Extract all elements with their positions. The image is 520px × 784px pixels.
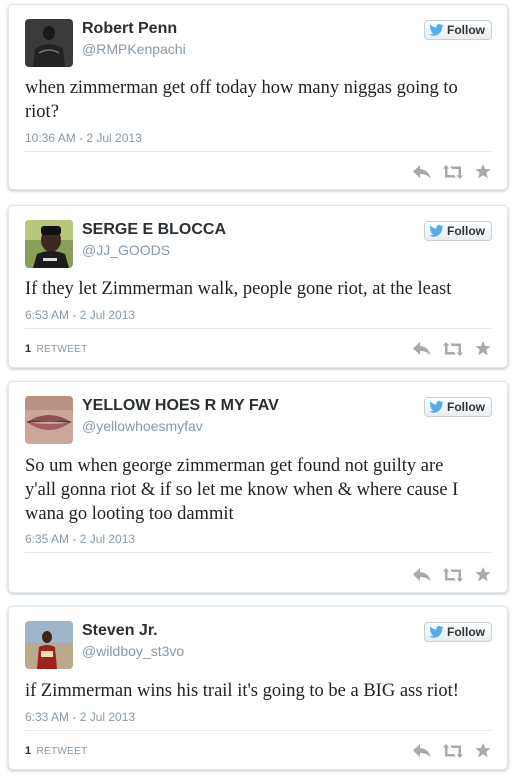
twitter-bird-icon: [429, 626, 444, 638]
retweet-count-label: RETWEET: [36, 344, 88, 355]
reply-icon[interactable]: [413, 164, 431, 179]
timestamp[interactable]: 6:53 AM - 2 Jul 2013: [25, 308, 135, 322]
reply-icon[interactable]: [413, 567, 431, 582]
tweet-text: when zimmerman get off today how many ni…: [25, 76, 489, 124]
follow-label: Follow: [447, 400, 485, 414]
reply-icon[interactable]: [413, 743, 431, 758]
divider: [25, 151, 491, 152]
timestamp[interactable]: 10:36 AM - 2 Jul 2013: [25, 131, 142, 145]
retweet-count-label: RETWEET: [36, 746, 88, 757]
reply-icon[interactable]: [413, 341, 431, 356]
divider: [25, 552, 491, 553]
user-name[interactable]: Steven Jr.: [82, 622, 158, 640]
follow-button[interactable]: Follow: [424, 622, 492, 642]
timestamp[interactable]: 6:33 AM - 2 Jul 2013: [25, 710, 135, 724]
tweet-text-line: y'all gonna riot & if so let me know whe…: [25, 480, 459, 500]
tweet-text: if Zimmerman wins his trail it's going t…: [25, 679, 489, 703]
follow-button[interactable]: Follow: [424, 20, 492, 40]
retweet-icon[interactable]: [443, 341, 463, 356]
tweet-card: SERGE E BLOCCA @JJ_GOODS Follow If they …: [8, 205, 508, 368]
user-name[interactable]: YELLOW HOES R MY FAV: [82, 397, 279, 415]
favorite-icon[interactable]: [475, 567, 491, 582]
avatar[interactable]: [25, 396, 73, 444]
retweet-count[interactable]: 1 RETWEET: [25, 343, 88, 355]
avatar[interactable]: [25, 19, 73, 67]
follow-label: Follow: [447, 23, 485, 37]
follow-label: Follow: [447, 625, 485, 639]
divider: [25, 328, 491, 329]
retweet-count-number: 1: [25, 745, 32, 757]
twitter-bird-icon: [429, 401, 444, 413]
tweet-card: YELLOW HOES R MY FAV @yellowhoesmyfav Fo…: [8, 381, 508, 593]
user-name[interactable]: SERGE E BLOCCA: [82, 221, 226, 239]
follow-label: Follow: [447, 224, 485, 238]
tweet-actions: [413, 567, 491, 582]
follow-button[interactable]: Follow: [424, 221, 492, 241]
tweet-text-line: riot?: [25, 102, 59, 122]
favorite-icon[interactable]: [475, 743, 491, 758]
tweet-actions: [413, 164, 491, 179]
user-handle[interactable]: @wildboy_st3vo: [82, 643, 184, 659]
tweet-card: Robert Penn @RMPKenpachi Follow when zim…: [8, 4, 508, 190]
retweet-icon[interactable]: [443, 164, 463, 179]
user-name[interactable]: Robert Penn: [82, 20, 177, 38]
tweet-text-line: If they let Zimmerman walk, people gone …: [25, 279, 452, 299]
tweet-actions: [413, 341, 491, 356]
tweet-text-line: wana go looting too dammit: [25, 504, 234, 524]
retweet-count[interactable]: 1 RETWEET: [25, 745, 88, 757]
tweet-actions: [413, 743, 491, 758]
retweet-count-number: 1: [25, 343, 32, 355]
tweet-text-line: So um when george zimmerman get found no…: [25, 456, 444, 476]
tweet-text: If they let Zimmerman walk, people gone …: [25, 277, 489, 301]
retweet-icon[interactable]: [443, 743, 463, 758]
tweet-text: So um when george zimmerman get found no…: [25, 454, 489, 526]
twitter-bird-icon: [429, 24, 444, 36]
tweet-card: Steven Jr. @wildboy_st3vo Follow if Zimm…: [8, 606, 508, 770]
retweet-icon[interactable]: [443, 567, 463, 582]
user-handle[interactable]: @yellowhoesmyfav: [82, 418, 203, 434]
avatar[interactable]: [25, 220, 73, 268]
tweet-text-line: if Zimmerman wins his trail it's going t…: [25, 681, 459, 701]
twitter-bird-icon: [429, 225, 444, 237]
follow-button[interactable]: Follow: [424, 397, 492, 417]
timestamp[interactable]: 6:35 AM - 2 Jul 2013: [25, 532, 135, 546]
favorite-icon[interactable]: [475, 164, 491, 179]
favorite-icon[interactable]: [475, 341, 491, 356]
avatar[interactable]: [25, 621, 73, 669]
tweet-text-line: when zimmerman get off today how many ni…: [25, 78, 458, 98]
user-handle[interactable]: @RMPKenpachi: [82, 41, 186, 57]
user-handle[interactable]: @JJ_GOODS: [82, 242, 170, 258]
divider: [25, 730, 491, 731]
